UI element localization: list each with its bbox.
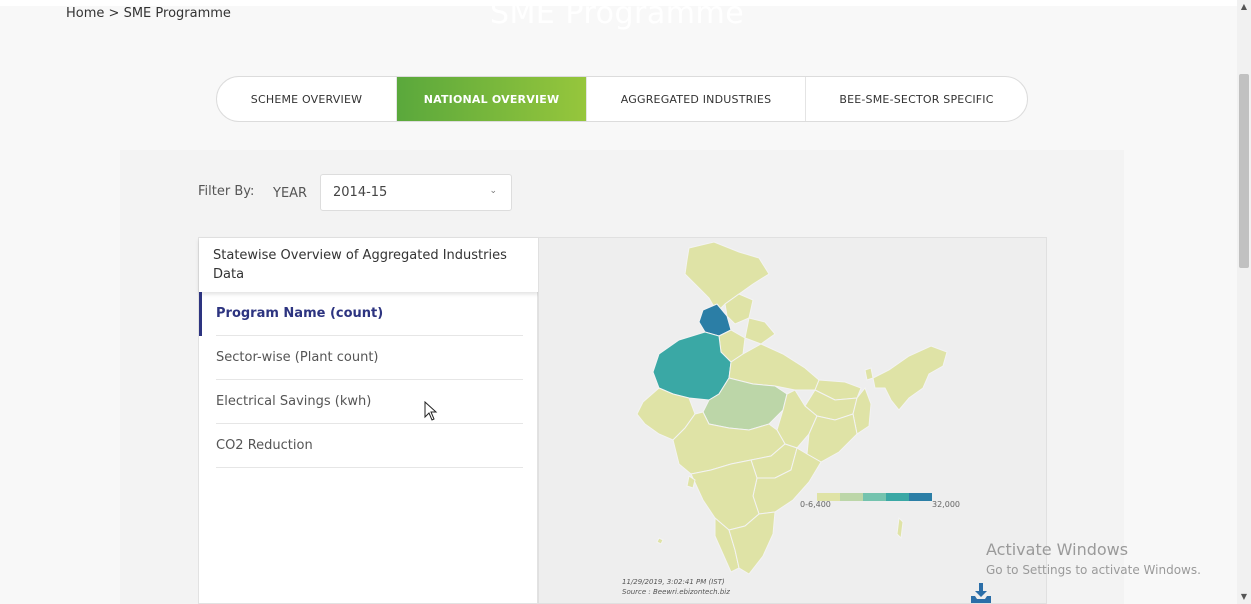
activation-watermark-title: Activate Windows xyxy=(986,540,1129,559)
tab-scheme-overview[interactable]: SCHEME OVERVIEW xyxy=(217,77,397,121)
download-icon[interactable] xyxy=(969,582,993,604)
menu-item-co2-reduction[interactable]: CO2 Reduction xyxy=(216,424,523,468)
chevron-down-icon: ⌄ xyxy=(489,186,497,196)
scroll-down-icon[interactable]: ▼ xyxy=(1239,592,1249,602)
indicator-menu-card: Statewise Overview of Aggregated Industr… xyxy=(198,237,539,604)
state-uttarakhand xyxy=(744,317,776,345)
year-select[interactable]: 2014-15 ⌄ xyxy=(320,174,512,211)
map-container xyxy=(538,237,1047,604)
state-lakshadweep xyxy=(656,537,664,545)
tab-national-overview[interactable]: NATIONAL OVERVIEW xyxy=(397,77,587,121)
menu-item-sector-wise[interactable]: Sector-wise (Plant count) xyxy=(216,336,523,380)
legend-swatch-3 xyxy=(863,493,886,501)
map-source: Source : Beewri.ebizontech.biz xyxy=(622,588,730,596)
filter-label: Filter By: xyxy=(198,184,255,199)
state-andaman-nicobar xyxy=(896,516,904,540)
india-choropleth-map[interactable] xyxy=(539,238,1048,604)
active-indicator xyxy=(199,292,202,336)
legend-swatch-2 xyxy=(840,493,863,501)
menu-item-program-name[interactable]: Program Name (count) xyxy=(216,292,523,336)
activation-watermark-subtitle: Go to Settings to activate Windows. xyxy=(986,563,1201,577)
scroll-up-icon[interactable]: ▲ xyxy=(1239,2,1249,12)
state-rajasthan xyxy=(652,331,732,401)
map-timestamp: 11/29/2019, 3:02:41 PM (IST) xyxy=(622,578,725,586)
state-sikkim xyxy=(864,367,874,381)
filter-field-label: YEAR xyxy=(273,186,308,201)
menu-item-electrical-savings[interactable]: Electrical Savings (kwh) xyxy=(216,380,523,424)
breadcrumb-current: SME Programme xyxy=(123,6,231,21)
legend-max-label: 32,000 xyxy=(932,500,960,509)
breadcrumb-home[interactable]: Home xyxy=(66,6,104,21)
page-title: SME Programme xyxy=(490,0,745,31)
state-odisha xyxy=(806,413,858,463)
state-northeast xyxy=(872,345,948,411)
page: Home > SME Programme SME Programme SCHEM… xyxy=(0,0,1251,604)
state-jammu-kashmir xyxy=(684,241,770,313)
breadcrumb: Home > SME Programme xyxy=(66,6,231,21)
tab-bar: SCHEME OVERVIEW NATIONAL OVERVIEW AGGREG… xyxy=(216,76,1028,122)
scrollbar-thumb[interactable] xyxy=(1239,74,1249,268)
map-footer: 11/29/2019, 3:02:41 PM (IST) Source : Be… xyxy=(622,577,730,597)
breadcrumb-separator: > xyxy=(108,6,120,21)
tab-bee-sme-sector-specific[interactable]: BEE-SME-SECTOR SPECIFIC xyxy=(806,77,1027,121)
tab-aggregated-industries[interactable]: AGGREGATED INDUSTRIES xyxy=(587,77,806,121)
legend-swatch-4 xyxy=(886,493,909,501)
mouse-cursor-icon xyxy=(424,401,438,421)
legend-swatch-5 xyxy=(909,493,932,501)
year-select-value: 2014-15 xyxy=(333,185,388,200)
legend-min-label: 0-6,400 xyxy=(800,500,831,509)
card-title: Statewise Overview of Aggregated Industr… xyxy=(199,238,539,292)
